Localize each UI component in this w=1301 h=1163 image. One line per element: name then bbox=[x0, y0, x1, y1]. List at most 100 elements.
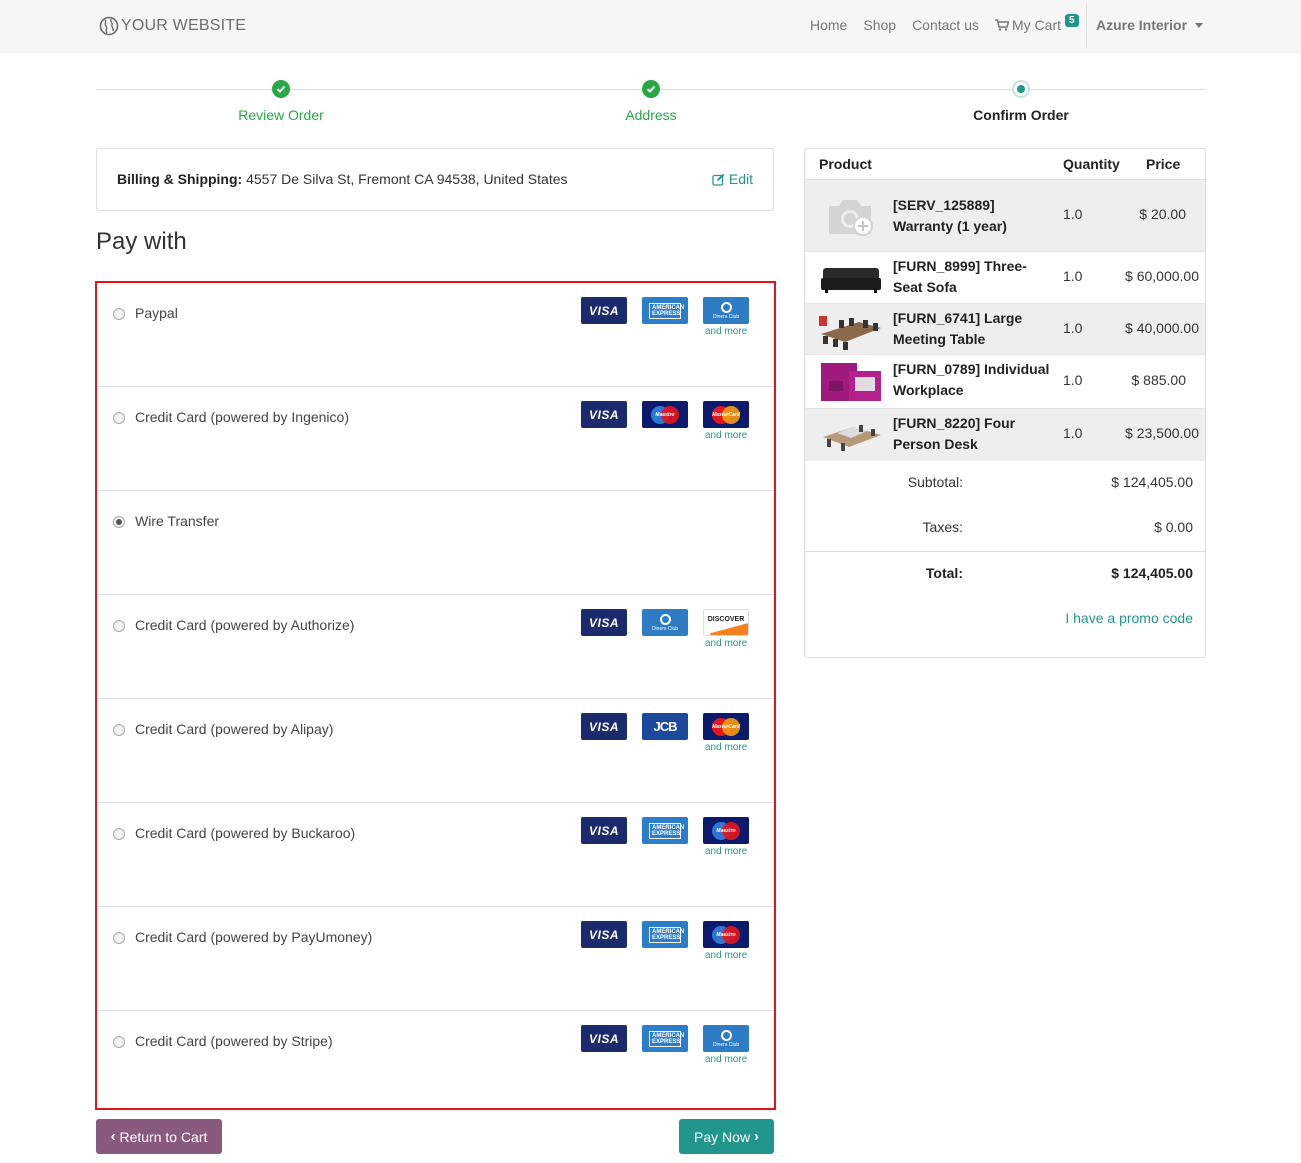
payment-method-label[interactable]: Credit Card (powered by Stripe) bbox=[135, 1033, 333, 1049]
workplace-image bbox=[821, 363, 881, 401]
return-label: Return to Cart bbox=[119, 1128, 208, 1145]
payment-method-row[interactable]: Credit Card (powered by Authorize) VISA Di… bbox=[97, 595, 774, 699]
payment-radio[interactable] bbox=[113, 1036, 125, 1048]
payment-method-row[interactable]: Credit Card (powered by Stripe) VISA AMERI… bbox=[97, 1011, 774, 1115]
card-icons: VISA AMERICAN EXPRESS Maestro bbox=[581, 817, 749, 844]
top-navbar: YOUR WEBSITE Home Shop Contact us My Car… bbox=[0, 0, 1301, 53]
payment-method-row[interactable]: Wire Transfer bbox=[97, 491, 774, 595]
amex-card-icon: AMERICAN EXPRESS bbox=[642, 921, 688, 948]
payment-radio[interactable] bbox=[113, 412, 125, 424]
and-more-link[interactable]: and more bbox=[705, 846, 747, 857]
payment-radio[interactable] bbox=[113, 724, 125, 736]
payment-method-label[interactable]: Credit Card (powered by PayUmoney) bbox=[135, 929, 372, 945]
payment-method-label[interactable]: Credit Card (powered by Ingenico) bbox=[135, 409, 349, 425]
card-icons: VISA JCB MasterCard bbox=[581, 713, 749, 740]
shopping-cart-icon bbox=[995, 19, 1009, 31]
and-more-link[interactable]: and more bbox=[705, 326, 747, 337]
visa-card-icon: VISA bbox=[581, 817, 627, 844]
payment-method-label[interactable]: Paypal bbox=[135, 305, 178, 321]
amex-card-icon: AMERICAN EXPRESS bbox=[642, 817, 688, 844]
product-price: $ 40,000.00 bbox=[1125, 320, 1199, 336]
check-icon bbox=[642, 80, 660, 98]
header-quantity: Quantity bbox=[1063, 156, 1120, 172]
user-menu[interactable]: Azure Interior bbox=[1096, 17, 1204, 33]
step-label: Address bbox=[625, 107, 677, 123]
pay-with-heading: Pay with bbox=[96, 228, 187, 255]
subtotal-value: $ 124,405.00 bbox=[1111, 474, 1193, 490]
payment-method-label[interactable]: Credit Card (powered by Buckaroo) bbox=[135, 825, 355, 841]
payment-method-row[interactable]: Credit Card (powered by Ingenico) VISA Mae… bbox=[97, 387, 774, 491]
product-price: $ 60,000.00 bbox=[1125, 268, 1199, 284]
payment-method-row[interactable]: Credit Card (powered by PayUmoney) VISA AM… bbox=[97, 907, 774, 1011]
payment-method-label[interactable]: Credit Card (powered by Authorize) bbox=[135, 617, 354, 633]
diners-card-icon: Diners Club bbox=[703, 1025, 749, 1052]
product-name: [FURN_8220] Four Person Desk bbox=[893, 415, 1016, 452]
payment-methods-list: Paypal VISA AMERICAN EXPRESS Diners Club and… bbox=[95, 281, 776, 1110]
billing-address: 4557 De Silva St, Fremont CA 94538, Unit… bbox=[242, 171, 568, 187]
amex-card-icon: AMERICAN EXPRESS bbox=[642, 297, 688, 324]
payment-radio[interactable] bbox=[113, 932, 125, 944]
order-summary-table: Product Quantity Price [SERV_125889] War… bbox=[804, 148, 1206, 658]
product-qty: 1.0 bbox=[1063, 425, 1083, 441]
pay-now-button[interactable]: Pay Now › bbox=[679, 1119, 774, 1154]
product-name: [SERV_125889] Warranty (1 year) bbox=[893, 197, 1007, 234]
payment-method-label[interactable]: Wire Transfer bbox=[135, 513, 219, 529]
brand-name: YOUR WEBSITE bbox=[121, 17, 247, 34]
payment-radio[interactable] bbox=[113, 308, 125, 320]
product-price: $ 20.00 bbox=[1139, 206, 1186, 222]
globe-icon bbox=[99, 16, 119, 36]
camera-placeholder-icon bbox=[829, 200, 873, 236]
visa-card-icon: VISA bbox=[581, 921, 627, 948]
card-icons: VISA AMERICAN EXPRESS Diners Club bbox=[581, 297, 749, 324]
order-row: [SERV_125889] Warranty (1 year) 1.0 $ 20… bbox=[805, 180, 1205, 252]
nav-home[interactable]: Home bbox=[810, 17, 847, 33]
and-more-link[interactable]: and more bbox=[705, 430, 747, 441]
maestro-card-icon: Maestro bbox=[642, 401, 688, 428]
amex-card-icon: AMERICAN EXPRESS bbox=[642, 1025, 688, 1052]
cart-label: My Cart bbox=[1012, 17, 1061, 33]
step-review-order[interactable]: Review Order bbox=[131, 80, 431, 123]
payment-method-row[interactable]: Paypal VISA AMERICAN EXPRESS Diners Club and… bbox=[97, 283, 774, 387]
current-step-icon bbox=[1012, 80, 1030, 98]
order-row: [FURN_0789] Individual Workplace 1.0 $ 8… bbox=[805, 355, 1205, 409]
nav-cart[interactable]: My Cart 5 bbox=[995, 13, 1079, 33]
payment-method-label[interactable]: Credit Card (powered by Alipay) bbox=[135, 721, 333, 737]
total-label: Total: bbox=[925, 565, 963, 581]
card-icons: VISA AMERICAN EXPRESS Diners Club bbox=[581, 1025, 749, 1052]
product-name: [FURN_0789] Individual Workplace bbox=[893, 361, 1050, 398]
payment-radio[interactable] bbox=[113, 516, 125, 528]
and-more-link[interactable]: and more bbox=[705, 742, 747, 753]
step-label: Review Order bbox=[238, 107, 324, 123]
and-more-link[interactable]: and more bbox=[705, 950, 747, 961]
cart-count-badge: 5 bbox=[1065, 13, 1079, 27]
return-to-cart-button[interactable]: ‹ Return to Cart bbox=[96, 1119, 222, 1154]
taxes-label: Taxes: bbox=[922, 519, 963, 535]
nav-contact[interactable]: Contact us bbox=[912, 17, 979, 33]
nav-divider bbox=[1086, 4, 1087, 48]
order-row: [FURN_6741] Large Meeting Table 1.0 $ 40… bbox=[805, 304, 1205, 355]
promo-code-link[interactable]: I have a promo code bbox=[1065, 610, 1193, 626]
visa-card-icon: VISA bbox=[581, 1025, 627, 1052]
user-name: Azure Interior bbox=[1096, 17, 1188, 33]
nav-shop[interactable]: Shop bbox=[863, 17, 896, 33]
maestro-card-icon: Maestro bbox=[703, 921, 749, 948]
caret-down-icon bbox=[1195, 22, 1204, 28]
mastercard-card-icon: MasterCard bbox=[703, 401, 749, 428]
payment-radio[interactable] bbox=[113, 620, 125, 632]
and-more-link[interactable]: and more bbox=[705, 1054, 747, 1065]
site-brand[interactable]: YOUR WEBSITE bbox=[99, 16, 246, 36]
payment-method-row[interactable]: Credit Card (powered by Alipay) VISA JCB Ma… bbox=[97, 699, 774, 803]
diners-card-icon: Diners Club bbox=[642, 609, 688, 636]
nav-links: Home Shop Contact us My Cart 5 bbox=[810, 13, 1089, 33]
subtotal-label: Subtotal: bbox=[907, 474, 963, 490]
and-more-link[interactable]: and more bbox=[705, 638, 747, 649]
discover-card-icon: DISCOVER bbox=[703, 609, 749, 636]
step-confirm-order: Confirm Order bbox=[871, 80, 1171, 123]
product-name: [FURN_6741] Large Meeting Table bbox=[893, 310, 1023, 347]
edit-address-link[interactable]: Edit bbox=[712, 171, 753, 187]
step-address[interactable]: Address bbox=[501, 80, 801, 123]
payment-radio[interactable] bbox=[113, 828, 125, 840]
payment-method-row[interactable]: Credit Card (powered by Buckaroo) VISA AME… bbox=[97, 803, 774, 907]
header-price: Price bbox=[1146, 156, 1181, 172]
order-table-header: Product Quantity Price bbox=[805, 149, 1205, 180]
